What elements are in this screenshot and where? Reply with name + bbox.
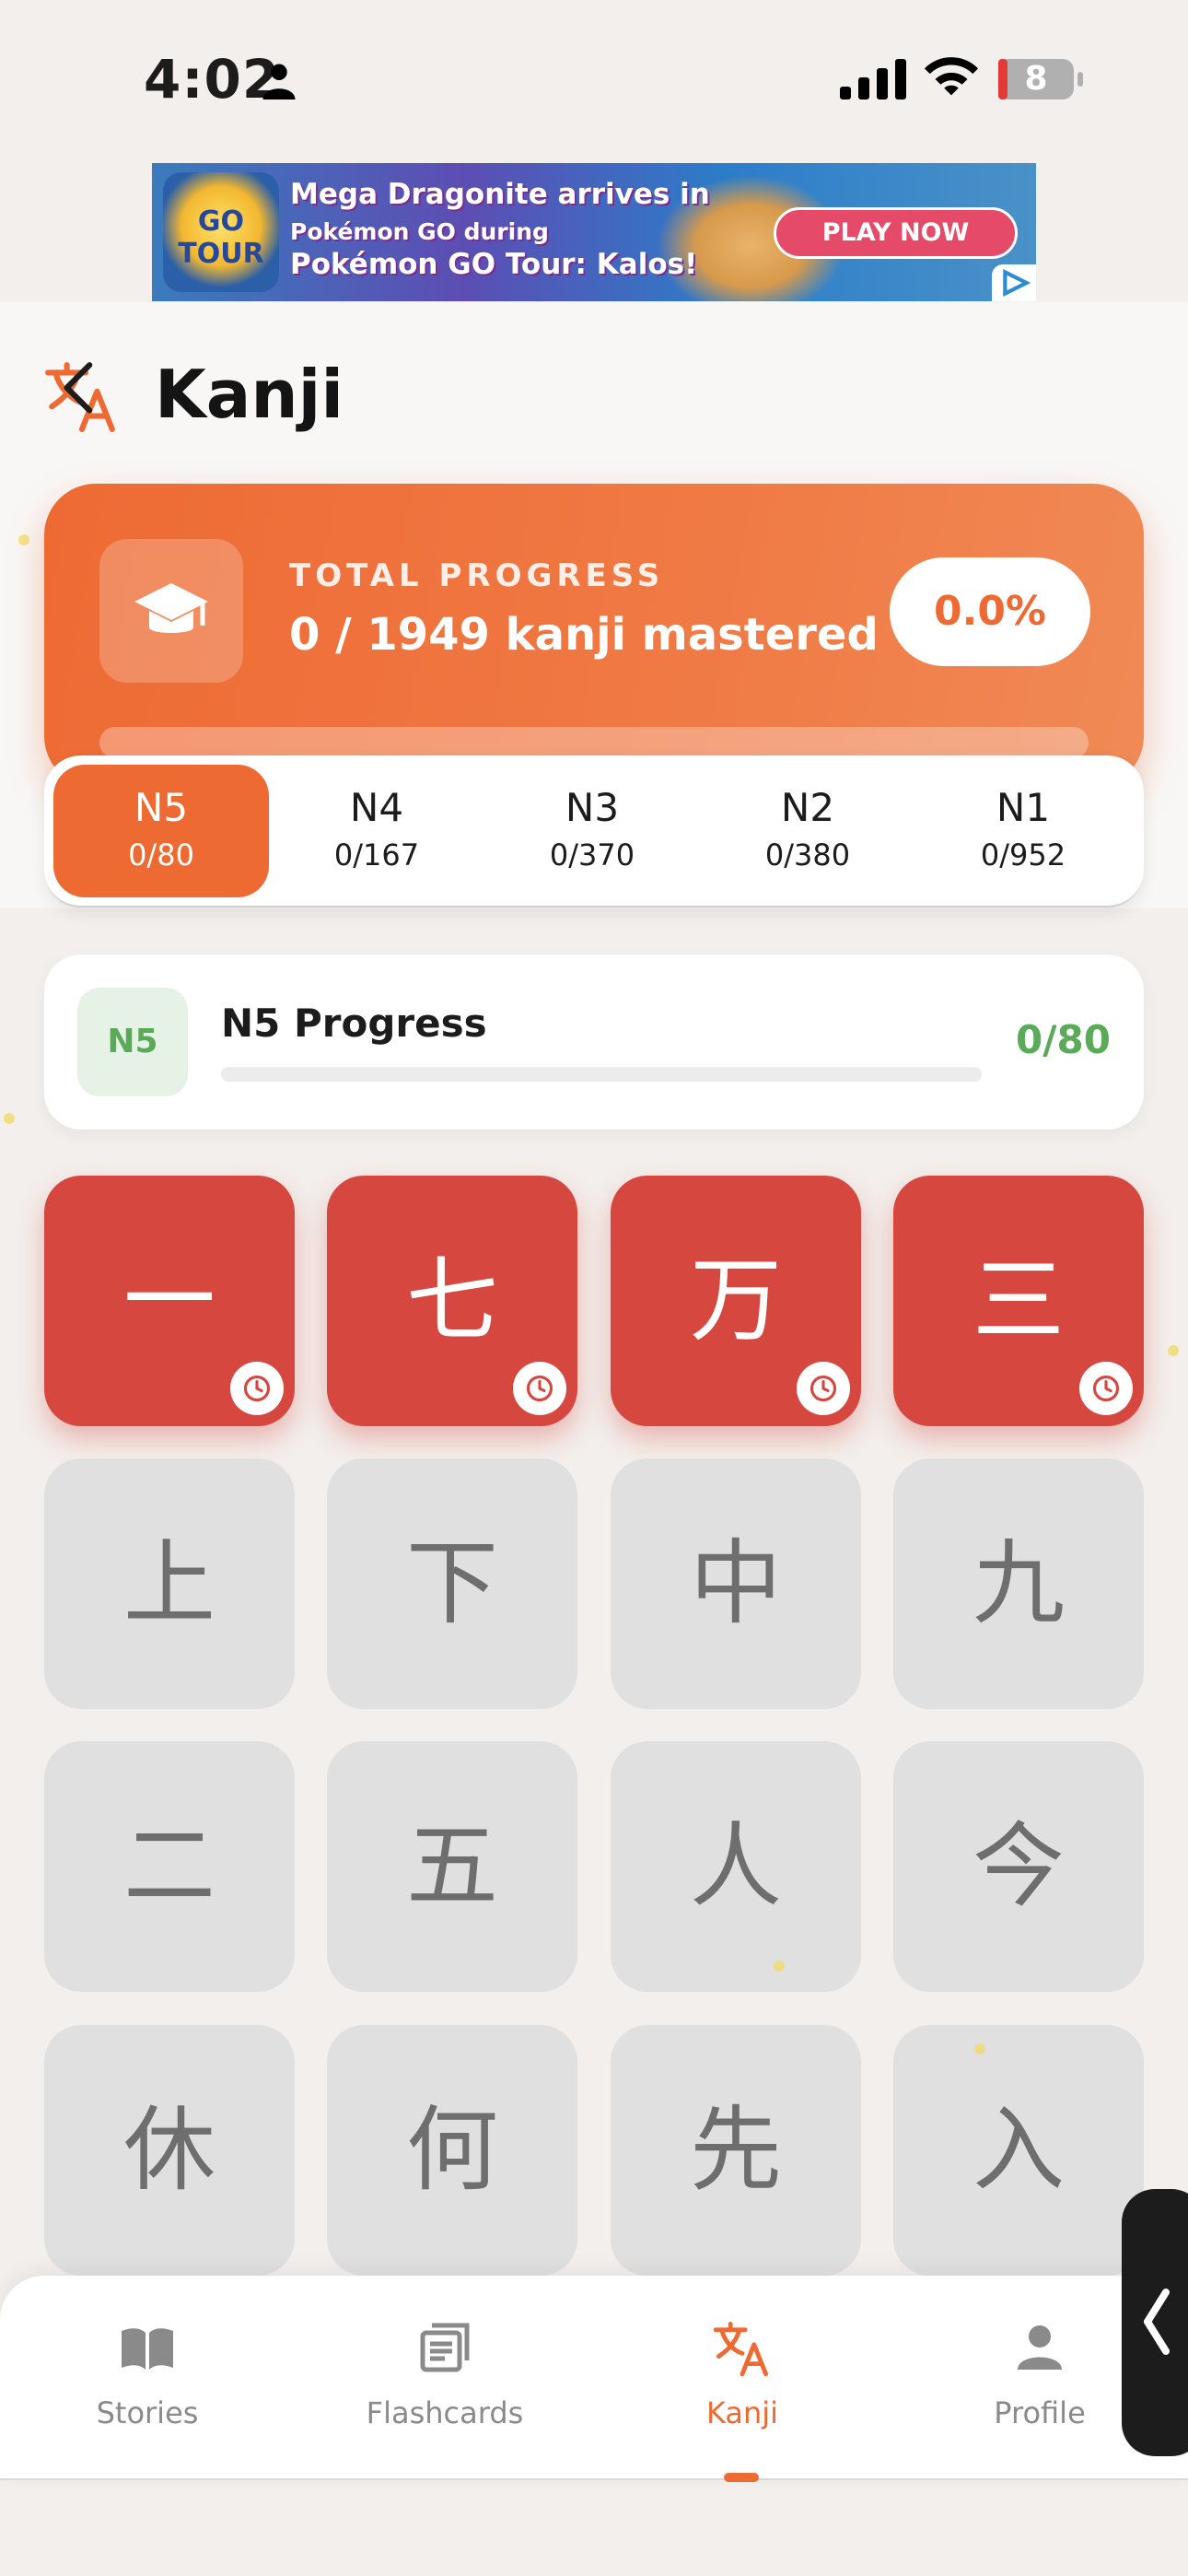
tab-level-count: 0/80: [128, 837, 194, 872]
active-tab-indicator: [724, 2473, 759, 2482]
nav-kanji[interactable]: Kanji: [623, 2318, 862, 2456]
translate-icon: [45, 362, 115, 432]
kanji-char: 下: [406, 1529, 498, 1637]
kanji-tile[interactable]: 一: [44, 1176, 295, 1426]
ad-headline: Mega Dragonite arrives in: [290, 178, 710, 211]
clock-icon: [1079, 1362, 1133, 1415]
sparkle-decoration: [18, 534, 29, 545]
tab-level-count: 0/370: [549, 837, 635, 872]
person-icon: [1018, 2325, 1062, 2370]
kanji-tile[interactable]: 五: [327, 1741, 577, 1992]
ad-banner[interactable]: GO TOUR Mega Dragonite arrives in Pokémo…: [152, 163, 1036, 301]
kanji-tile[interactable]: 万: [611, 1176, 861, 1426]
signal-icon: [840, 59, 906, 100]
status-bar: 4:02 8: [0, 0, 1188, 161]
sparkle-decoration: [1168, 1345, 1179, 1356]
kanji-tile[interactable]: 二: [44, 1741, 295, 1992]
graduation-cap-icon: [134, 583, 208, 633]
kanji-tile[interactable]: 上: [44, 1458, 295, 1709]
tab-level-name: N1: [996, 785, 1051, 830]
nav-stories[interactable]: Stories: [28, 2318, 267, 2456]
kanji-tile[interactable]: 何: [327, 2025, 577, 2276]
tab-n3[interactable]: N3 0/370: [484, 765, 700, 897]
kanji-tile[interactable]: 人: [611, 1741, 861, 1992]
battery-level: 8: [1024, 60, 1048, 98]
kanji-char: 九: [973, 1529, 1065, 1637]
total-progress-bar: [99, 727, 1089, 758]
kanji-tile[interactable]: 下: [327, 1458, 577, 1709]
kanji-char: 何: [406, 2096, 498, 2204]
wifi-icon: [924, 57, 979, 96]
kanji-tile[interactable]: 中: [611, 1458, 861, 1709]
tab-level-name: N4: [349, 785, 404, 830]
kanji-char: 休: [123, 2096, 215, 2204]
kanji-tile[interactable]: 休: [44, 2025, 295, 2276]
ad-subline: Pokémon GO during: [290, 218, 549, 245]
kanji-char: 五: [406, 1812, 498, 1920]
level-progress-title: N5 Progress: [221, 1001, 487, 1046]
kanji-tile[interactable]: 先: [611, 2025, 861, 2276]
nav-flashcards[interactable]: Flashcards: [325, 2318, 565, 2456]
kanji-tile[interactable]: 三: [893, 1176, 1144, 1426]
side-drawer-handle[interactable]: [1122, 2189, 1188, 2456]
tab-n1[interactable]: N1 0/952: [915, 765, 1131, 897]
tab-level-name: N3: [565, 785, 620, 830]
tab-level-count: 0/952: [980, 837, 1066, 872]
kanji-tile[interactable]: 九: [893, 1458, 1144, 1709]
tab-level-count: 0/167: [333, 837, 420, 872]
ad-logo-text: GO TOUR: [178, 205, 264, 270]
total-progress-value: 0 / 1949 kanji mastered: [289, 609, 879, 661]
level-progress-bar: [221, 1067, 982, 1082]
level-progress-card: N5 N5 Progress 0/80: [44, 954, 1144, 1130]
cards-icon: [420, 2323, 470, 2372]
kanji-char: 三: [973, 1247, 1065, 1354]
level-progress-count: 0/80: [1015, 1017, 1111, 1062]
tab-n2[interactable]: N2 0/380: [700, 765, 915, 897]
kanji-char: 中: [690, 1529, 782, 1637]
kanji-tile[interactable]: 今: [893, 1741, 1144, 1992]
nav-label: Kanji: [705, 2395, 779, 2430]
sparkle-decoration: [974, 2043, 985, 2055]
total-progress-label: TOTAL PROGRESS: [289, 557, 665, 594]
sparkle-decoration: [774, 1961, 785, 1972]
tab-n5[interactable]: N5 0/80: [53, 765, 269, 897]
nav-label: Stories: [96, 2395, 199, 2430]
ad-play-now-button[interactable]: PLAY NOW: [774, 207, 1018, 259]
kanji-char: 万: [690, 1247, 782, 1354]
book-icon: [122, 2328, 173, 2370]
kanji-char: 七: [406, 1247, 498, 1354]
tab-n4[interactable]: N4 0/167: [269, 765, 484, 897]
kanji-char: 上: [123, 1529, 215, 1637]
page-title: Kanji: [155, 356, 344, 433]
clock-icon: [797, 1362, 850, 1415]
person-icon: [262, 64, 296, 100]
sparkle-decoration: [4, 1113, 15, 1124]
chevron-left-icon: [1144, 2289, 1170, 2355]
level-badge: N5: [77, 988, 188, 1096]
kanji-char: 人: [690, 1812, 782, 1920]
progress-icon-box: [99, 539, 243, 683]
kanji-char: 入: [973, 2096, 1065, 2204]
kanji-char: 今: [973, 1812, 1065, 1920]
total-progress-percent: 0.0%: [890, 557, 1090, 666]
kanji-char: 先: [690, 2096, 782, 2204]
tab-level-name: N5: [134, 785, 189, 830]
nav-label: Flashcards: [366, 2395, 524, 2430]
ad-tagline: Pokémon GO Tour: Kalos!: [290, 248, 698, 281]
kanji-char: 一: [123, 1247, 215, 1354]
tab-level-count: 0/380: [764, 837, 851, 872]
clock-icon: [513, 1362, 566, 1415]
kanji-tile[interactable]: 七: [327, 1176, 577, 1426]
translate-icon: [713, 2322, 768, 2377]
tab-level-name: N2: [780, 785, 835, 830]
level-tabs: N5 0/80 N4 0/167 N3 0/370 N2 0/380 N1 0/…: [44, 755, 1144, 907]
total-progress-card: TOTAL PROGRESS 0 / 1949 kanji mastered 0…: [44, 484, 1144, 788]
bottom-nav: Stories Flashcards Kanji Profile: [0, 2276, 1188, 2482]
ad-choices-icon[interactable]: [992, 264, 1036, 301]
clock-icon: [230, 1362, 284, 1415]
kanji-char: 二: [123, 1812, 215, 1920]
kanji-tile[interactable]: 入: [893, 2025, 1144, 2276]
